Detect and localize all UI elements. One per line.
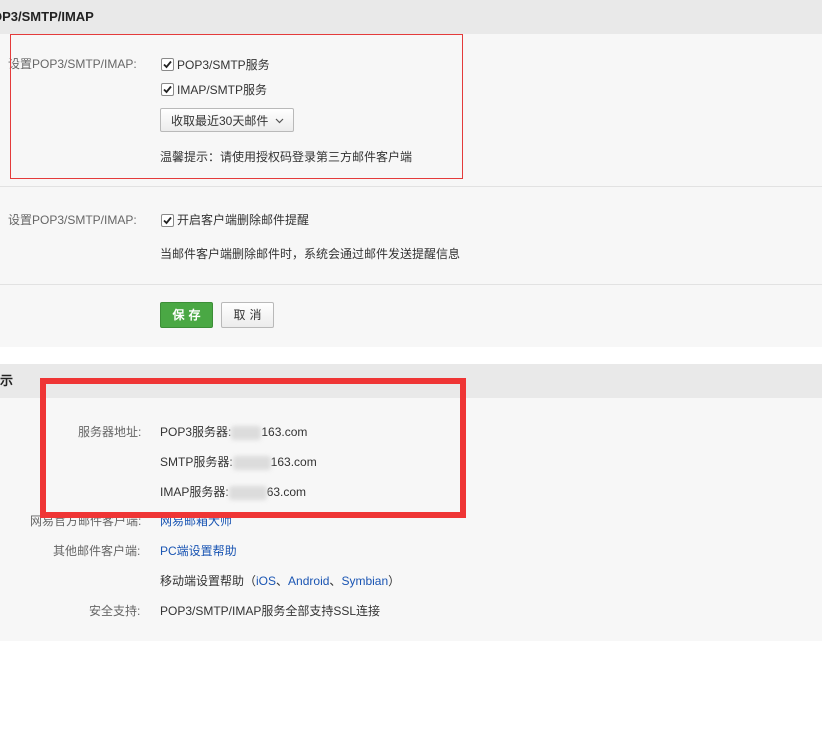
android-help-link[interactable]: Android xyxy=(288,574,329,588)
mobile-help-prefix: 移动端设置帮助（ xyxy=(160,574,257,588)
other-client-label: 其他邮件客户端: xyxy=(53,544,141,558)
pop-section-header: OP3/SMTP/IMAP xyxy=(0,0,822,34)
symbian-help-link[interactable]: Symbian xyxy=(341,574,388,588)
check-icon xyxy=(163,216,172,225)
delete-notify-desc: 当邮件客户端删除邮件时，系统会通过邮件发送提醒信息 xyxy=(160,247,461,261)
annotation-box xyxy=(40,378,466,518)
separator: 、 xyxy=(276,574,289,588)
separator: 、 xyxy=(329,574,342,588)
divider xyxy=(0,186,822,187)
save-button[interactable]: 保存 xyxy=(160,302,213,328)
mobile-help-suffix: ） xyxy=(388,574,401,588)
ios-help-link[interactable]: iOS xyxy=(256,574,276,588)
pc-help-link[interactable]: PC端设置帮助 xyxy=(160,542,237,559)
delete-notify-checkbox[interactable] xyxy=(161,214,174,227)
security-value: POP3/SMTP/IMAP服务全部支持SSL连接 xyxy=(160,604,381,618)
delete-notify-label: 开启客户端删除邮件提醒 xyxy=(177,213,310,227)
setting2-label: 设置POP3/SMTP/IMAP: xyxy=(8,213,137,227)
divider xyxy=(0,284,822,285)
mobile-help: 移动端设置帮助（iOS、Android、Symbian） xyxy=(160,572,400,589)
annotation-box xyxy=(10,34,463,179)
security-label: 安全支持: xyxy=(89,604,141,618)
cancel-button[interactable]: 取消 xyxy=(221,302,274,328)
